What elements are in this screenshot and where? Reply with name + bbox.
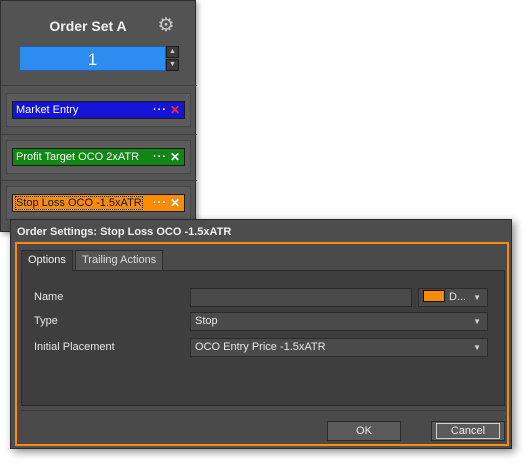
order-settings-dialog: Order Settings: Stop Loss OCO -1.5xATR O… — [10, 219, 512, 449]
dialog-content-frame: Options Trailing Actions Name D... ▼ Typ… — [15, 242, 509, 446]
divider — [1, 85, 197, 86]
color-swatch — [423, 290, 445, 303]
dialog-footer: OK Cancel — [21, 410, 505, 445]
placement-value: OCO Entry Price -1.5xATR — [195, 341, 326, 353]
more-options-icon[interactable]: ··· — [153, 149, 167, 165]
color-picker[interactable]: D... ▼ — [418, 288, 488, 307]
dialog-title: Order Settings: Stop Loss OCO -1.5xATR — [17, 226, 232, 238]
order-bar-stop-loss[interactable]: Stop Loss OCO -1.5xATR ··· ✕ — [12, 194, 185, 212]
chevron-down-icon: ▼ — [473, 343, 481, 352]
order-label: Profit Target OCO 2xATR — [16, 151, 140, 163]
order-set-panel: Order Set A ⚙ 1 ▲ ▼ Market Entry ··· ✕ P… — [0, 0, 197, 232]
divider — [1, 180, 197, 181]
order-row-stop-loss: Stop Loss OCO -1.5xATR ··· ✕ — [6, 186, 191, 220]
initial-placement-label: Initial Placement — [34, 341, 115, 353]
remove-order-icon[interactable]: ✕ — [170, 102, 180, 118]
chevron-down-icon: ▼ — [473, 293, 481, 302]
stepper-up-icon[interactable]: ▲ — [166, 46, 179, 58]
type-select[interactable]: Stop ▼ — [190, 312, 488, 331]
order-bar-market-entry[interactable]: Market Entry ··· ✕ — [12, 101, 185, 119]
quantity-stepper-buttons: ▲ ▼ — [166, 46, 179, 71]
type-label: Type — [34, 315, 58, 327]
chevron-down-icon: ▼ — [473, 317, 481, 326]
cancel-button[interactable]: Cancel — [431, 421, 505, 441]
order-row-profit-target: Profit Target OCO 2xATR ··· ✕ — [6, 140, 191, 174]
order-label: Stop Loss OCO -1.5xATR — [15, 196, 143, 210]
name-label: Name — [34, 291, 64, 303]
type-value: Stop — [195, 315, 218, 327]
tab-options[interactable]: Options — [21, 250, 73, 271]
quantity-stepper[interactable]: 1 — [19, 46, 166, 71]
remove-order-icon[interactable]: ✕ — [170, 195, 180, 211]
name-field[interactable] — [190, 288, 412, 307]
order-bar-profit-target[interactable]: Profit Target OCO 2xATR ··· ✕ — [12, 148, 185, 166]
cancel-button-label: Cancel — [435, 423, 501, 439]
divider — [1, 134, 197, 135]
initial-placement-select[interactable]: OCO Entry Price -1.5xATR ▼ — [190, 338, 488, 357]
more-options-icon[interactable]: ··· — [153, 195, 167, 211]
color-label: D... — [449, 291, 467, 303]
order-set-title: Order Set A — [49, 18, 127, 34]
order-label: Market Entry — [16, 104, 79, 116]
options-panel: Name D... ▼ Type Stop ▼ Initial Placemen… — [21, 270, 505, 406]
tab-trailing-actions[interactable]: Trailing Actions — [75, 250, 164, 270]
gear-icon[interactable]: ⚙ — [156, 16, 176, 36]
stepper-down-icon[interactable]: ▼ — [166, 59, 179, 71]
remove-order-icon[interactable]: ✕ — [170, 149, 180, 165]
more-options-icon[interactable]: ··· — [153, 102, 167, 118]
order-row-market-entry: Market Entry ··· ✕ — [6, 93, 191, 127]
ok-button[interactable]: OK — [327, 421, 401, 441]
